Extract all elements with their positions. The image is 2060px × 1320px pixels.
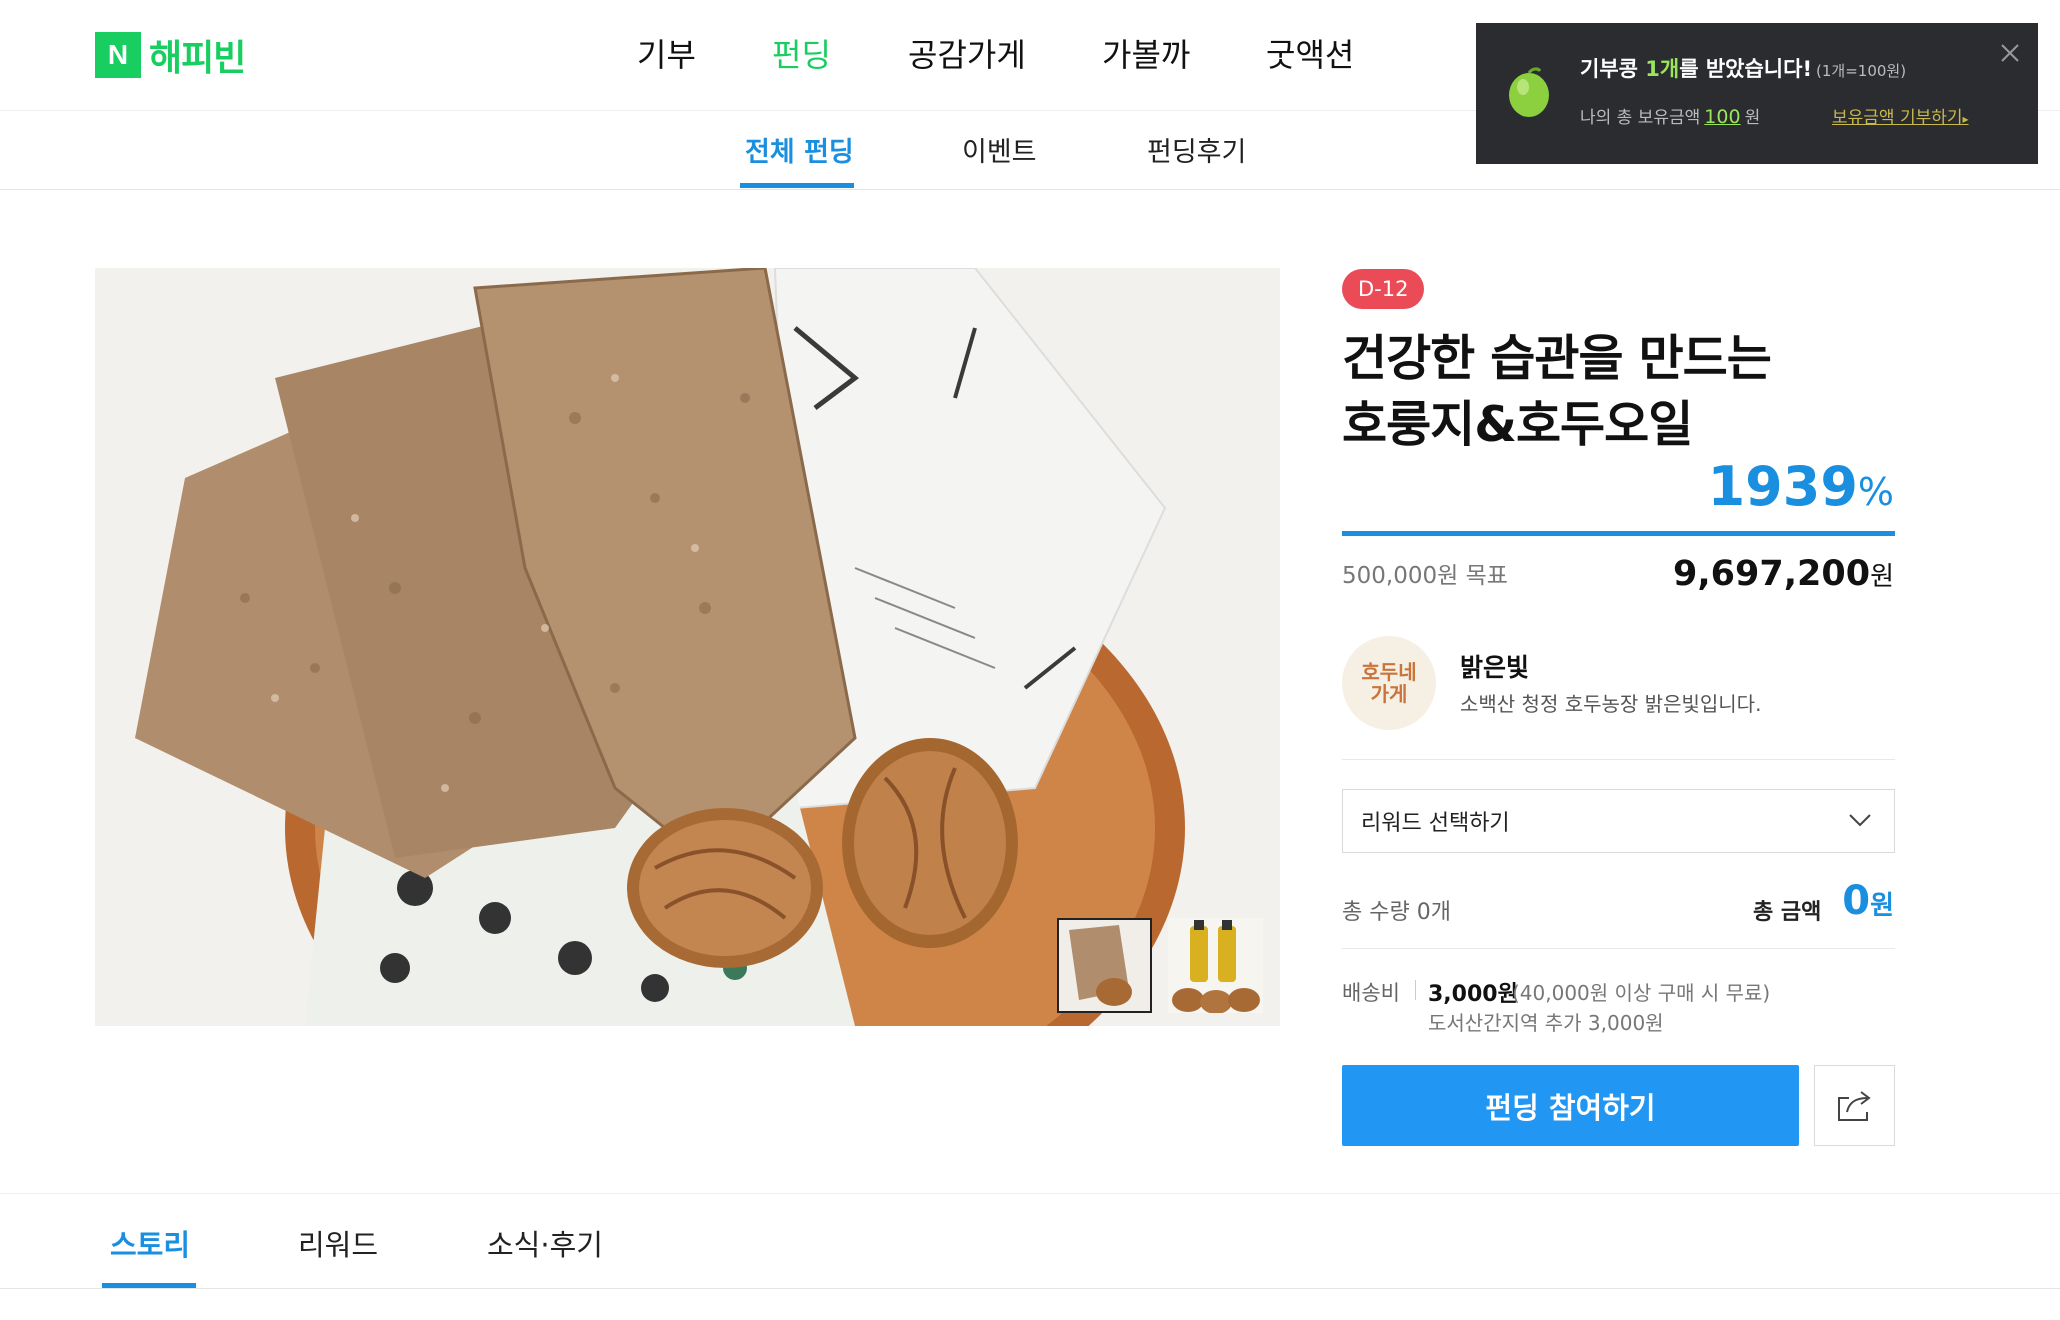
reward-select[interactable]: 리워드 선택하기 — [1342, 789, 1895, 853]
total-amount-unit: 원 — [1870, 891, 1894, 921]
qty-label: 총 수량 — [1342, 900, 1410, 925]
subnav-active-indicator — [740, 183, 854, 188]
avatar-line-1: 호두네 — [1361, 660, 1417, 684]
progress-fill — [1342, 531, 1895, 536]
raised-unit: 원 — [1870, 562, 1894, 592]
nav-item-good-action[interactable]: 굿액션 — [1266, 28, 1354, 82]
subnav-item-event[interactable]: 이벤트 — [962, 130, 1037, 169]
content-tabs: 스토리 리워드 소식·후기 — [0, 1193, 2060, 1289]
shipping-note: (40,000원 이상 구매 시 무료) — [1512, 981, 1771, 1005]
nav-item-store[interactable]: 공감가게 — [908, 28, 1026, 82]
logo[interactable]: N 해피빈 — [95, 32, 246, 79]
thumbnail-1[interactable] — [1057, 918, 1152, 1013]
chevron-down-icon — [1849, 814, 1871, 827]
raised-amount: 9,697,200원 — [1673, 554, 1894, 594]
nav-item-funding[interactable]: 펀딩 — [772, 28, 831, 82]
thumbnail-2[interactable] — [1168, 918, 1263, 1013]
funding-progress-bar — [1342, 531, 1895, 536]
toast-prefix: 기부콩 — [1580, 57, 1646, 81]
total-quantity: 총 수량 0개 — [1342, 894, 1451, 926]
percent-unit: % — [1857, 470, 1894, 514]
raised-value: 9,697,200 — [1673, 554, 1871, 594]
divider — [1342, 948, 1895, 949]
toast-balance-unit: 원 — [1744, 108, 1761, 128]
bean-toast: 기부콩 1개를 받았습니다! (1개=100원) 나의 총 보유금액 100 원 보유… — [1476, 23, 2038, 164]
shipping-extra: 도서산간지역 추가 3,000원 — [1428, 1011, 1664, 1035]
total-amount-value: 0 — [1842, 878, 1871, 924]
product-title: 건강한 습관을 만드는 호룽지&호두오일 — [1342, 326, 1862, 458]
shop-name: 밝은빛 — [1460, 653, 1530, 682]
shipping-label: 배송비 — [1342, 981, 1400, 1005]
tab-story[interactable]: 스토리 — [110, 1222, 190, 1264]
logo-text: 해피빈 — [149, 38, 246, 79]
d-day-badge: D-12 — [1342, 269, 1425, 309]
toast-balance-amount: 100 — [1704, 106, 1741, 128]
share-button[interactable] — [1814, 1065, 1895, 1146]
nav-item-travel[interactable]: 가볼까 — [1102, 28, 1190, 82]
toast-link-arrow: ▸ — [1962, 112, 1969, 126]
tab-active-indicator — [102, 1283, 196, 1288]
tab-reward[interactable]: 리워드 — [298, 1222, 378, 1264]
product-photo — [95, 268, 1280, 1026]
avatar: 호두네 가게 — [1342, 636, 1436, 730]
avatar-line-2: 가게 — [1370, 682, 1408, 706]
toast-balance-label: 나의 총 보유금액 — [1580, 108, 1701, 128]
subnav-item-all-funding[interactable]: 전체 펀딩 — [745, 130, 854, 169]
bean-icon — [1509, 67, 1549, 117]
shop-description: 소백산 청정 호두농장 밝은빛입니다. — [1460, 692, 1762, 716]
toast-count: 1개 — [1645, 57, 1680, 81]
toast-balance: 나의 총 보유금액 100 원 — [1580, 103, 1760, 128]
thumbnail-photo — [1059, 920, 1150, 1011]
shop-info[interactable]: 호두네 가게 밝은빛 소백산 청정 호두농장 밝은빛입니다. — [1342, 636, 1895, 760]
close-icon[interactable] — [1996, 39, 2024, 67]
funding-percent: 1939% — [1708, 455, 1894, 518]
total-amount: 0원 — [1842, 878, 1894, 924]
toast-donate-link[interactable]: 보유금액 기부하기▸ — [1832, 103, 1969, 128]
thumbnail-photo — [1168, 918, 1263, 1013]
logo-mark: N — [95, 32, 141, 78]
toast-donate-link-label: 보유금액 기부하기 — [1832, 108, 1963, 128]
product-image — [95, 268, 1280, 1026]
goal-amount: 500,000원 목표 — [1342, 563, 1508, 589]
nav-item-donate[interactable]: 기부 — [637, 28, 696, 82]
total-amount-label: 총 금액 — [1753, 900, 1822, 925]
share-icon — [1837, 1090, 1871, 1121]
percent-value: 1939 — [1707, 455, 1858, 518]
title-line-2: 호룽지&호두오일 — [1342, 396, 1693, 453]
shipping-price: 3,000원 — [1428, 982, 1518, 1007]
reward-select-label: 리워드 선택하기 — [1361, 811, 1510, 836]
qty-value: 0개 — [1416, 900, 1451, 925]
shipping-separator — [1415, 980, 1416, 1000]
title-line-1: 건강한 습관을 만드는 — [1342, 330, 1772, 387]
tab-news-review[interactable]: 소식·후기 — [487, 1222, 603, 1264]
subnav-item-review[interactable]: 펀딩후기 — [1147, 130, 1246, 169]
join-funding-button[interactable]: 펀딩 참여하기 — [1342, 1065, 1799, 1146]
toast-suffix: 를 받았습니다! — [1679, 57, 1813, 81]
toast-rate: (1개=100원) — [1816, 62, 1907, 80]
toast-message: 기부콩 1개를 받았습니다! (1개=100원) — [1580, 53, 1906, 83]
